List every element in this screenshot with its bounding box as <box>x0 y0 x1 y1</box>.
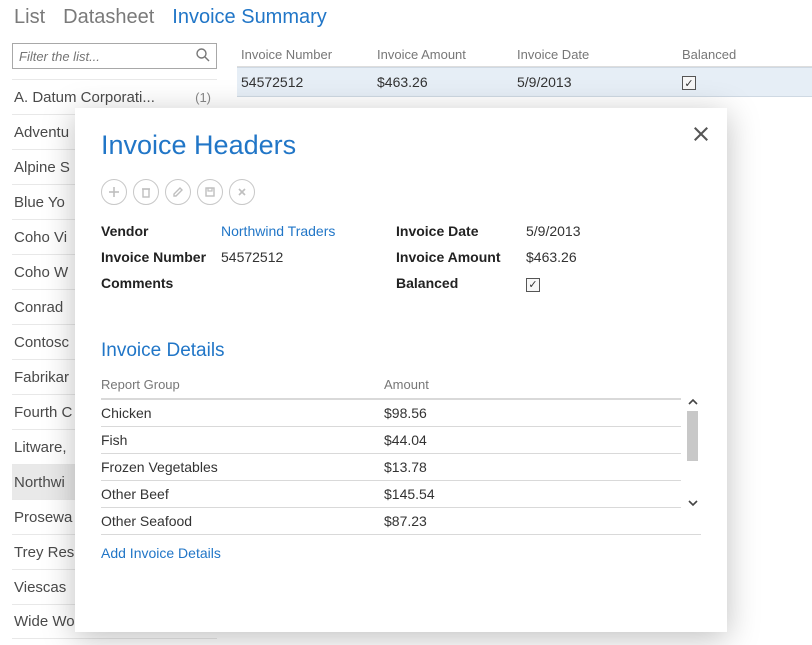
list-item-label: Coho Vi <box>14 229 67 246</box>
grid-header-amount[interactable]: Invoice Amount <box>377 47 517 62</box>
tab-datasheet[interactable]: Datasheet <box>63 6 154 35</box>
detail-cell-group: Frozen Vegetables <box>101 459 384 475</box>
grid-header-balanced[interactable]: Balanced <box>682 47 782 62</box>
vendor-link[interactable]: Northwind Traders <box>221 223 396 239</box>
detail-cell-group: Other Beef <box>101 486 384 502</box>
detail-row[interactable]: Frozen Vegetables$13.78 <box>101 453 681 480</box>
invoice-details-title: Invoice Details <box>101 340 701 362</box>
tab-invoice-summary[interactable]: Invoice Summary <box>172 6 327 35</box>
toolbar <box>101 179 701 205</box>
scroll-down-icon[interactable] <box>684 495 701 512</box>
detail-cell-group: Other Seafood <box>101 513 384 529</box>
dialog-title: Invoice Headers <box>101 130 701 161</box>
label-balanced: Balanced <box>396 275 526 292</box>
label-vendor: Vendor <box>101 223 221 239</box>
detail-row[interactable]: Other Seafood$87.23 <box>101 507 681 534</box>
header-fields: Vendor Northwind Traders Invoice Date 5/… <box>101 223 701 292</box>
grid-cell-number: 54572512 <box>237 74 377 90</box>
label-comments: Comments <box>101 275 221 292</box>
filter-input[interactable] <box>12 43 217 69</box>
grid-header: Invoice Number Invoice Amount Invoice Da… <box>237 43 812 67</box>
list-item-label: Blue Yo <box>14 194 65 211</box>
grid-cell-date: 5/9/2013 <box>517 74 682 90</box>
invoice-headers-dialog: Invoice Headers Vendor Northwind Traders… <box>75 108 727 632</box>
list-item-label: Viescas <box>14 579 66 596</box>
add-button[interactable] <box>101 179 127 205</box>
grid-row[interactable]: 54572512 $463.26 5/9/2013 ✓ <box>237 67 812 97</box>
list-item-label: Fabrikar <box>14 369 69 386</box>
grid-cell-balanced: ✓ <box>682 74 782 91</box>
scroll-up-icon[interactable] <box>684 394 701 411</box>
scrollbar[interactable] <box>684 394 701 512</box>
close-button[interactable] <box>691 124 711 144</box>
detail-cell-amount: $98.56 <box>384 405 681 421</box>
detail-row[interactable]: Fish$44.04 <box>101 426 681 453</box>
details-header-amount[interactable]: Amount <box>384 377 681 392</box>
detail-cell-amount: $13.78 <box>384 459 681 475</box>
cancel-button[interactable] <box>229 179 255 205</box>
value-invoice-date: 5/9/2013 <box>526 223 701 239</box>
detail-row[interactable]: Chicken$98.56 <box>101 399 681 426</box>
grid-header-number[interactable]: Invoice Number <box>237 47 377 62</box>
list-item-label: A. Datum Corporati... <box>14 89 155 106</box>
detail-cell-amount: $145.54 <box>384 486 681 502</box>
grid-cell-amount: $463.26 <box>377 74 517 90</box>
tab-list[interactable]: List <box>14 6 45 35</box>
value-balanced: ✓ <box>526 275 701 292</box>
list-item-label: Conrad <box>14 299 63 316</box>
list-item-count: (1) <box>195 90 211 105</box>
detail-row[interactable]: Other Beef$145.54 <box>101 480 681 507</box>
checkmark-icon: ✓ <box>526 278 540 292</box>
details-header: Report Group Amount <box>101 372 681 399</box>
edit-button[interactable] <box>165 179 191 205</box>
list-item-label: Alpine S <box>14 159 70 176</box>
list-item-label: Contosc <box>14 334 69 351</box>
list-item-label: Litware, <box>14 439 67 456</box>
list-item-label: Trey Res <box>14 544 74 561</box>
scroll-track[interactable] <box>684 411 701 495</box>
add-invoice-details-link[interactable]: Add Invoice Details <box>101 545 221 561</box>
invoice-details-grid: Report Group Amount Chicken$98.56Fish$44… <box>101 372 701 535</box>
list-item-label: Fourth C <box>14 404 72 421</box>
value-invoice-amount: $463.26 <box>526 249 701 265</box>
detail-cell-amount: $44.04 <box>384 432 681 448</box>
label-invoice-number: Invoice Number <box>101 249 221 265</box>
detail-cell-group: Chicken <box>101 405 384 421</box>
scroll-thumb[interactable] <box>687 411 698 461</box>
details-header-group[interactable]: Report Group <box>101 377 384 392</box>
value-invoice-number: 54572512 <box>221 249 396 265</box>
detail-cell-amount: $87.23 <box>384 513 681 529</box>
label-invoice-date: Invoice Date <box>396 223 526 239</box>
save-button[interactable] <box>197 179 223 205</box>
list-item-label: Coho W <box>14 264 68 281</box>
detail-cell-group: Fish <box>101 432 384 448</box>
checkmark-icon: ✓ <box>682 76 696 90</box>
delete-button[interactable] <box>133 179 159 205</box>
grid-header-date[interactable]: Invoice Date <box>517 47 682 62</box>
list-item-label: Northwi <box>14 474 65 491</box>
label-invoice-amount: Invoice Amount <box>396 249 526 265</box>
filter-wrap <box>12 43 217 69</box>
tab-bar: List Datasheet Invoice Summary <box>0 0 812 35</box>
list-item-label: Adventu <box>14 124 69 141</box>
list-item-label: Prosewa <box>14 509 72 526</box>
